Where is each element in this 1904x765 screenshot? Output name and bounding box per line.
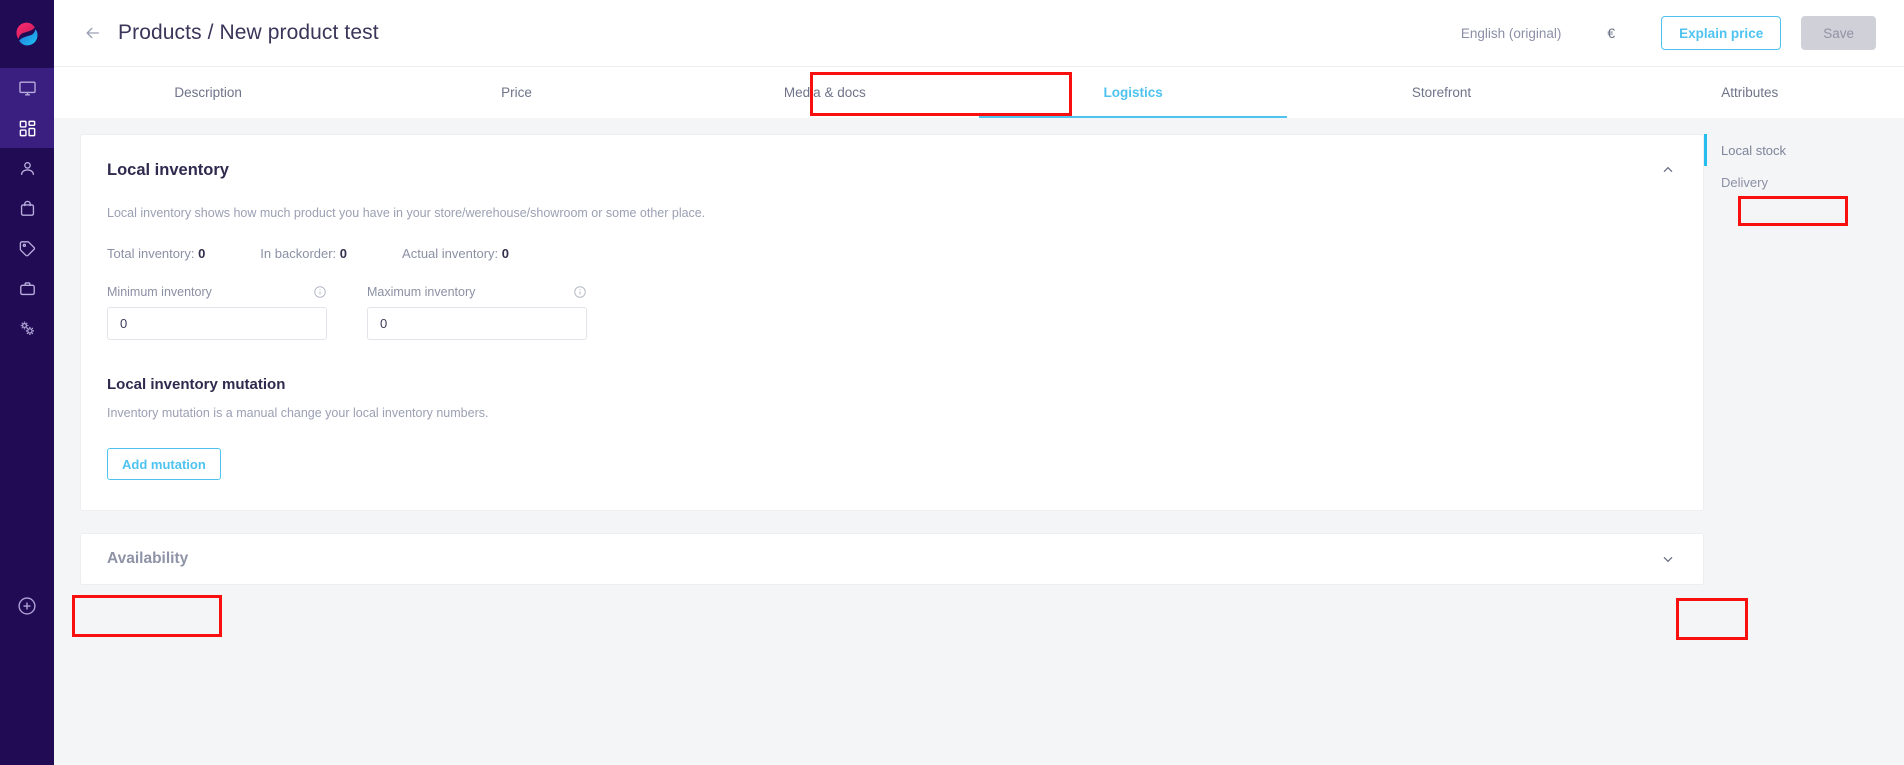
tab-logistics[interactable]: Logistics	[978, 67, 1288, 118]
stat-total-inventory-value: 0	[198, 246, 206, 261]
tab-price[interactable]: Price	[362, 67, 670, 118]
tab-bar: Description Price Media & docs Logistics…	[54, 66, 1904, 118]
product-app-logo-icon	[16, 22, 38, 46]
add-mutation-button[interactable]: Add mutation	[107, 448, 221, 480]
monitor-icon	[18, 80, 36, 96]
info-icon	[314, 286, 326, 298]
content-area: Local inventory Local inventory shows ho…	[54, 118, 1904, 765]
top-bar: Products / New product test English (ori…	[54, 0, 1904, 66]
person-icon	[20, 161, 34, 175]
availability-expand-button[interactable]	[1659, 550, 1677, 568]
currency-selector[interactable]: €	[1607, 25, 1615, 41]
local-inventory-collapse-button[interactable]	[1659, 161, 1677, 179]
content-column: Local inventory Local inventory shows ho…	[54, 118, 1704, 765]
stat-actual-inventory: Actual inventory: 0	[402, 246, 509, 261]
maximum-inventory-field: Maximum inventory	[367, 285, 587, 340]
minimum-inventory-info-icon[interactable]	[313, 285, 327, 299]
stat-actual-inventory-label: Actual inventory:	[402, 246, 499, 261]
stat-in-backorder-label: In backorder:	[260, 246, 337, 261]
maximum-inventory-input[interactable]	[367, 307, 587, 340]
sidebar-add-button[interactable]	[0, 595, 54, 617]
minimum-inventory-field: Minimum inventory	[107, 285, 327, 340]
tag-icon	[19, 240, 35, 256]
gears-icon	[20, 321, 34, 335]
tab-storefront[interactable]: Storefront	[1287, 67, 1595, 118]
tab-media-docs[interactable]: Media & docs	[671, 67, 979, 118]
plus-circle-icon	[18, 597, 36, 615]
main-column: Products / New product test English (ori…	[54, 0, 1904, 765]
tab-description[interactable]: Description	[54, 67, 362, 118]
shopping-bag-icon	[20, 200, 34, 216]
stat-actual-inventory-value: 0	[501, 246, 509, 261]
chevron-up-icon	[1663, 166, 1673, 173]
left-sidebar	[0, 0, 54, 765]
minimum-inventory-label: Minimum inventory	[107, 285, 212, 299]
local-inventory-mutation-text: Inventory mutation is a manual change yo…	[107, 406, 489, 420]
local-inventory-description: Local inventory shows how much product y…	[107, 206, 706, 220]
stat-in-backorder-value: 0	[339, 246, 348, 261]
back-arrow-icon	[86, 27, 99, 39]
maximum-inventory-label-row: Maximum inventory	[367, 285, 587, 299]
save-button[interactable]: Save	[1801, 16, 1876, 50]
local-inventory-header: Local inventory	[81, 135, 1703, 180]
briefcase-icon	[19, 281, 35, 295]
availability-panel[interactable]: Availability	[80, 533, 1704, 585]
inventory-fields: Minimum inventory 0 Maximum inventory 0	[107, 285, 1677, 340]
inventory-stats: Total inventory: 0 In backorder: 0 Actua…	[107, 246, 1677, 261]
tab-attributes[interactable]: Attributes	[1596, 67, 1904, 118]
sidebar-item-orders[interactable]	[0, 188, 54, 228]
stat-in-backorder: In backorder: 0	[260, 246, 347, 261]
page-title: Products / New product test	[118, 21, 379, 44]
sidebar-item-pricing[interactable]	[0, 228, 54, 268]
maximum-inventory-info-icon[interactable]	[573, 285, 587, 299]
stat-total-inventory-label: Total inventory:	[107, 246, 195, 261]
availability-title: Availability	[107, 550, 189, 567]
language-selector[interactable]: English (original)	[1461, 26, 1562, 41]
back-button[interactable]	[80, 20, 106, 46]
subnav-item-local-stock[interactable]: Local stock	[1704, 134, 1904, 166]
sidebar-item-company[interactable]	[0, 268, 54, 308]
maximum-inventory-label: Maximum inventory	[367, 285, 476, 299]
stat-total-inventory: Total inventory: 0	[107, 246, 205, 261]
local-inventory-mutation-title: Local inventory mutation	[107, 376, 286, 393]
chevron-down-icon	[1663, 556, 1673, 563]
sidebar-item-dashboard[interactable]	[0, 68, 54, 108]
local-inventory-body: Local inventory shows how much product y…	[81, 206, 1703, 510]
subnav-item-delivery[interactable]: Delivery	[1704, 166, 1904, 198]
grid-icon	[19, 120, 35, 136]
sidebar-item-products[interactable]	[0, 108, 54, 148]
sidebar-nav	[0, 68, 54, 348]
explain-price-button[interactable]: Explain price	[1661, 16, 1782, 50]
local-inventory-title: Local inventory	[107, 161, 229, 179]
app-logo[interactable]	[0, 0, 54, 68]
minimum-inventory-input[interactable]	[107, 307, 327, 340]
local-inventory-card: Local inventory Local inventory shows ho…	[80, 134, 1704, 511]
app-root: Products / New product test English (ori…	[0, 0, 1904, 765]
info-icon	[574, 286, 586, 298]
sidebar-item-settings[interactable]	[0, 308, 54, 348]
sidebar-item-customers[interactable]	[0, 148, 54, 188]
section-subnav: Local stock Delivery	[1704, 118, 1904, 765]
minimum-inventory-label-row: Minimum inventory	[107, 285, 327, 299]
